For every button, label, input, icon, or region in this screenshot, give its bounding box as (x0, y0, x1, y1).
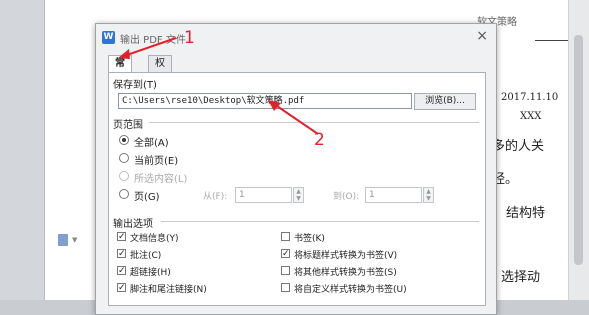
page-range-divider (149, 122, 479, 123)
radio-all-pages[interactable] (119, 135, 129, 145)
checkbox-footnote-links-label: 脚注和尾注链接(N) (130, 285, 207, 295)
checkbox-hyperlinks[interactable]: ✓ (117, 266, 126, 276)
checkbox-comments-label: 批注(C) (130, 251, 162, 261)
browse-button[interactable]: 浏览(B)... (414, 93, 476, 110)
checkbox-other-styles-label: 将其他样式转换为书签(S) (294, 268, 397, 278)
checkbox-heading-styles[interactable]: ✓ (281, 249, 290, 259)
checkbox-bookmarks-label: 书签(K) (294, 234, 325, 244)
doc-line-4: 选择动 (501, 270, 541, 285)
from-page-spinner[interactable]: ▲ ▼ (293, 187, 304, 203)
save-to-label: 保存到(T) (113, 80, 157, 91)
checkbox-custom-styles[interactable] (281, 283, 290, 292)
general-tab-panel: 保存到(T) C:\Users\rse10\Desktop\软文策略.pdf 浏… (108, 72, 486, 306)
radio-current-label: 当前页(E) (134, 156, 179, 167)
checkbox-heading-styles-label: 将标题样式转换为书签(V) (294, 251, 398, 261)
checkbox-footnote-links[interactable]: ✓ (117, 283, 126, 293)
checkbox-document-info[interactable]: ✓ (117, 232, 126, 242)
annotation-number-1: 1 (184, 28, 195, 48)
output-options-label: 输出选项 (113, 219, 153, 230)
checkbox-custom-styles-label: 将自定义样式转换为书签(U) (294, 285, 407, 295)
to-page-spinner[interactable]: ▲ ▼ (423, 187, 434, 203)
checkbox-other-styles[interactable] (281, 266, 290, 275)
radio-all-label: 全部(A) (134, 138, 169, 149)
radio-selection-label: 所选内容(L) (134, 174, 188, 185)
checkbox-document-info-label: 文档信息(Y) (130, 234, 179, 244)
checkbox-hyperlinks-label: 超链接(H) (130, 268, 171, 278)
doc-text-xxx: XXX (520, 111, 542, 122)
doc-date: 2017.11.10 (501, 92, 559, 103)
dialog-titlebar[interactable]: W 输出 PDF 文件 × (96, 24, 496, 51)
checkbox-bookmarks[interactable] (281, 232, 290, 241)
tab-permissions[interactable]: 权限设置 (148, 55, 172, 117)
radio-pages-label: 页(G) (134, 192, 160, 203)
to-label: 到(O): (333, 192, 360, 202)
save-path-input[interactable]: C:\Users\rse10\Desktop\软文策略.pdf (118, 93, 412, 109)
annotation-number-2: 2 (314, 130, 325, 150)
document-icon[interactable] (58, 234, 68, 246)
scroll-thumb[interactable] (574, 35, 583, 265)
export-pdf-dialog: W 输出 PDF 文件 × 常规 权限设置 保存到(T) C:\Users\rs… (95, 23, 497, 315)
from-page-input[interactable]: 1 (235, 187, 292, 203)
checkbox-comments[interactable]: ✓ (117, 249, 126, 259)
dropdown-arrow-icon[interactable]: ▼ (72, 236, 77, 244)
close-button[interactable]: × (476, 28, 488, 44)
radio-selection (119, 171, 129, 181)
radio-current-page[interactable] (119, 153, 129, 163)
page-range-label: 页范围 (113, 120, 143, 131)
wps-app-icon: W (102, 31, 115, 44)
vertical-scrollbar[interactable] (568, 0, 589, 300)
tab-general[interactable]: 常规 (108, 55, 132, 85)
from-label: 从(F): (203, 192, 228, 202)
doc-line-1: 多的人关 (492, 139, 545, 154)
doc-line-3: 结构特 (506, 206, 546, 221)
dialog-title: 输出 PDF 文件 (120, 35, 186, 46)
output-options-divider (161, 221, 479, 222)
radio-page-range[interactable] (119, 189, 129, 199)
to-page-input[interactable]: 1 (365, 187, 422, 203)
